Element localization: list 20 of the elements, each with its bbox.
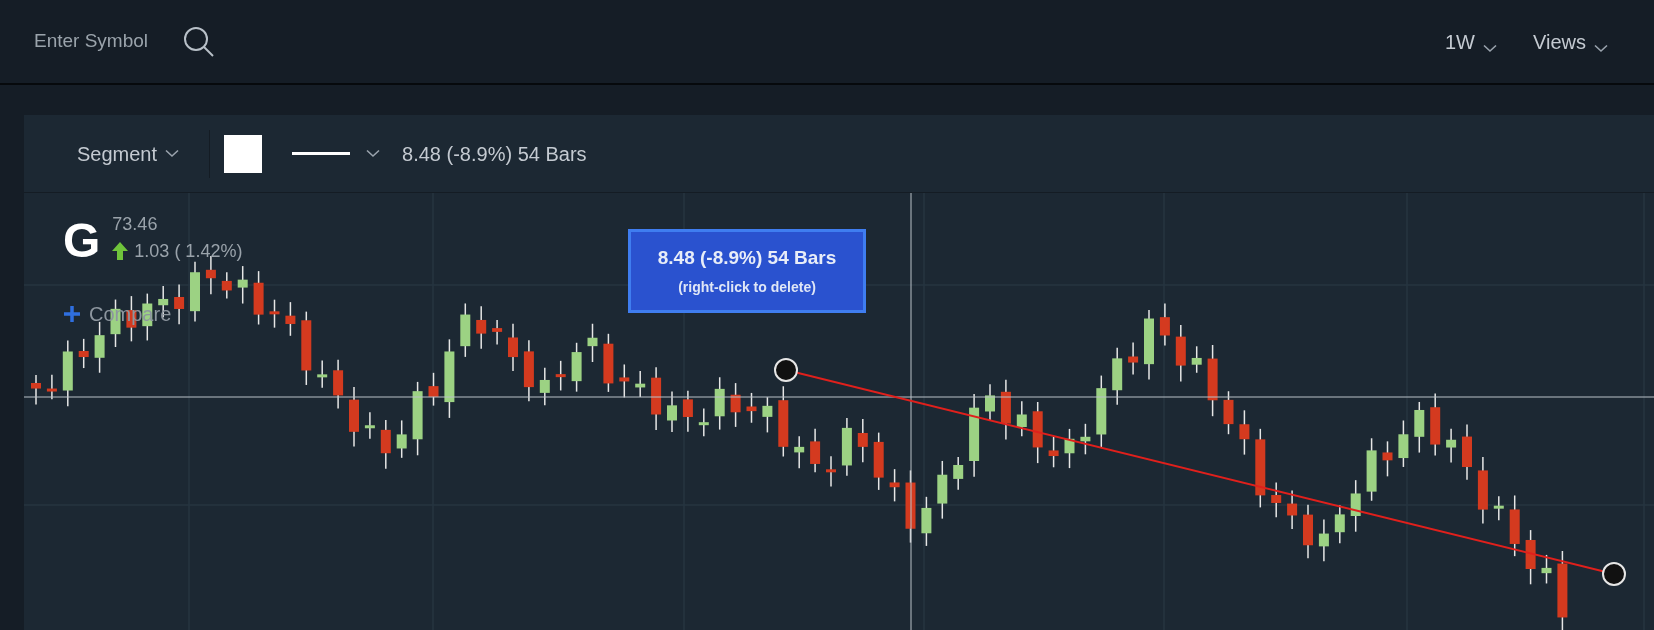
line-style-dropdown[interactable] [292,149,381,158]
chevron-down-icon [165,149,180,158]
price-text: 73.46 [112,213,159,236]
measurement-text: 8.48 (-8.9%) 54 Bars [402,141,587,167]
change-text: 1.03 ( 1.42%) [134,239,243,262]
symbol-search-field[interactable]: Enter Symbol [34,27,170,56]
trend-line[interactable] [774,358,1626,586]
chevron-down-icon [1483,43,1497,53]
plus-icon [63,305,81,323]
tooltip-title: 8.48 (-8.9%) 54 Bars [657,246,837,271]
chevron-down-icon [366,149,381,158]
tooltip-hint: (right-click to delete) [678,277,816,297]
color-swatch[interactable] [224,134,263,173]
symbol-label: G [63,217,101,265]
line-style-icon [292,152,351,155]
search-icon [182,24,216,59]
interval-dropdown[interactable]: 1W [1445,26,1497,57]
drawing-tool-dropdown[interactable]: Segment [77,138,210,169]
views-dropdown[interactable]: Views [1533,26,1608,57]
chevron-down-icon [1594,43,1608,53]
